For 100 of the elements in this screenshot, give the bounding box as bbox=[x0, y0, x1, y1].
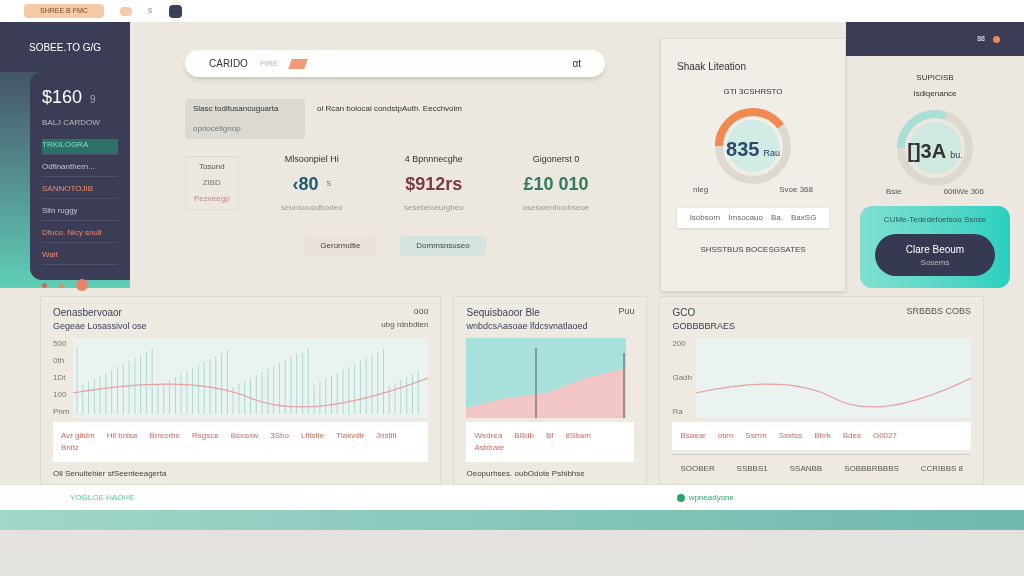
kpi-label: Mlsoonpiel Hi bbox=[284, 153, 339, 166]
search-bar[interactable]: CARIDO FIRE αt bbox=[185, 50, 605, 77]
notice-title: Slasc toditusancuguarta bbox=[193, 103, 280, 115]
notice-text: ol Rcan bolocal condstpAuth. Eecchvoim bbox=[317, 103, 462, 115]
chart-subtitle: GOBBBBRAES bbox=[672, 320, 735, 333]
chart-label: Bf bbox=[545, 429, 554, 442]
axis-label: Pnm bbox=[53, 405, 70, 418]
axis-label: Gadh bbox=[672, 371, 692, 384]
gauge-unit: bu. bbox=[950, 149, 963, 162]
stat-label: Tosund bbox=[198, 160, 225, 173]
chart-label: Lfitstie bbox=[300, 429, 325, 442]
axis-label: SSANBB bbox=[789, 462, 823, 475]
chart-legend: ubg rdnbdten bbox=[381, 318, 429, 331]
kpi-suffix: s bbox=[326, 177, 331, 191]
kpi-value: $912rs bbox=[405, 172, 463, 196]
status-text: YOGLOE HAOHE bbox=[70, 491, 135, 504]
axis-label: 0th bbox=[53, 354, 66, 367]
chart-label: 8Sbam bbox=[565, 429, 591, 442]
chart-footer: Oeopurhses. oubOdote Pshibhse bbox=[466, 468, 635, 480]
chart-label: Bdes bbox=[842, 429, 861, 442]
search-action[interactable]: αt bbox=[572, 56, 581, 71]
chart-title: Oenasbervoaor bbox=[53, 306, 123, 320]
chart-label: Bnitz bbox=[61, 441, 79, 454]
chart-label: Ssrrm bbox=[745, 429, 767, 442]
status-text: wpneadyone bbox=[688, 491, 734, 504]
kpi-note: oseswenboohseoe bbox=[522, 201, 590, 214]
brand-name: SOBEE.TO G/G bbox=[28, 40, 102, 55]
chart-label: BBdb bbox=[514, 429, 534, 442]
balance-unit: 9 bbox=[90, 93, 96, 107]
chart-legend: SRBBBS COBS bbox=[906, 305, 971, 319]
kpi-note: sesebeoeurgbeo bbox=[404, 201, 464, 214]
primary-button[interactable]: Clare Beoum Sosems bbox=[875, 234, 995, 276]
chart-label: Asbbare bbox=[474, 441, 505, 454]
chart-subtitle: wnbdcsAasoae lfdcsvnatlaoed bbox=[466, 320, 588, 333]
axis-label: SOOBER bbox=[680, 462, 715, 475]
chart-label: Ssxtss bbox=[778, 429, 803, 442]
gauge-value: []3A bbox=[907, 139, 947, 164]
gauge-unit: Rau bbox=[763, 147, 780, 160]
chart-label: Jnstitl bbox=[376, 429, 397, 442]
kpi-value: ‹80 bbox=[292, 172, 319, 196]
search-value: CARIDO bbox=[209, 57, 248, 71]
notice-subtitle: opriocellgnop bbox=[193, 123, 242, 135]
chart-label: Brrecrbe bbox=[149, 429, 180, 442]
chart-label: Avr gitdm bbox=[61, 429, 95, 442]
strip-text: BaxSG bbox=[791, 212, 817, 224]
gauge-max: Svoe 368 bbox=[779, 184, 813, 196]
strip-text: Ba. bbox=[771, 212, 783, 224]
axis-label: CCRIBBS 8 bbox=[920, 462, 963, 475]
promo-text: CUMe-Tededefoetsoo Ssnse bbox=[883, 214, 987, 226]
gauge-min: nleg bbox=[693, 184, 709, 196]
chart-title: GCO bbox=[672, 306, 697, 320]
sidebar-item[interactable]: Dfuco. Nicy snull bbox=[42, 227, 118, 243]
balance-caption: BALJ CARDOW bbox=[42, 117, 101, 129]
strip-text: Imsocauo bbox=[728, 212, 763, 224]
chart-label: Bsxsow bbox=[230, 429, 259, 442]
kpi-label: Gigonerst 0 bbox=[532, 153, 580, 166]
sidebar-item[interactable]: Wait bbox=[42, 249, 118, 265]
card-title: Shaak Liteation bbox=[677, 60, 746, 74]
flag-icon bbox=[288, 58, 308, 69]
axis-label: 100 bbox=[53, 388, 68, 401]
stat-note: Pezveegp bbox=[194, 192, 230, 205]
chart-label: Bsaear bbox=[680, 429, 706, 442]
axis-label: 500 bbox=[53, 337, 68, 350]
gauge-value: 835 bbox=[726, 137, 760, 162]
gauge-max: 60tiWe 306 bbox=[943, 186, 984, 198]
chart-legend: ooo bbox=[413, 305, 429, 319]
card-footer: SHSSTBUS BOCESGSATES bbox=[700, 244, 806, 256]
chart-title: Sequisbaoor Ble bbox=[466, 306, 541, 320]
axis-label: Ra bbox=[672, 405, 684, 418]
gauge-caption: Isdiqenance bbox=[913, 88, 957, 100]
sidebar-item[interactable]: TRKILOGRA bbox=[42, 139, 118, 155]
axis-label: SSBBS1 bbox=[736, 462, 768, 475]
chart-label: Wedrea bbox=[474, 429, 503, 442]
kpi-note: seunsouodbodeo bbox=[280, 201, 343, 214]
chart-label: Tlakvdlr bbox=[336, 429, 365, 442]
sidebar-item[interactable]: Odfinanthern... bbox=[42, 161, 118, 177]
axis-label: SOBBBRBBBS bbox=[844, 462, 899, 475]
chart-subtitle: Gegeae Losassivol ose bbox=[53, 320, 147, 333]
chart-label: Rsgsce bbox=[192, 429, 219, 442]
strip-text: Isobsorn bbox=[689, 212, 721, 224]
gauge-caption: GTI 3CSHRSTO bbox=[723, 86, 783, 98]
axis-label: 1Dt bbox=[53, 371, 67, 384]
action-button[interactable]: Gerormdtie bbox=[304, 235, 377, 256]
avatar-icon[interactable] bbox=[76, 279, 88, 291]
search-tag: FIRE bbox=[259, 57, 279, 70]
chart-footer: Oll Senultehier sfSeenteeagerta bbox=[53, 468, 429, 480]
action-button[interactable]: Dommsnsuseo bbox=[400, 235, 486, 256]
panel-label: SUPICISB bbox=[916, 72, 954, 84]
chart-label: G0027 bbox=[872, 429, 897, 442]
sidebar-item[interactable]: Siln ruggy bbox=[42, 205, 118, 221]
app-icon[interactable] bbox=[168, 4, 182, 18]
axis-label: 200 bbox=[672, 337, 687, 350]
kpi-label: 4 Bpnnnecghe bbox=[404, 153, 463, 166]
chart-label: 3Sbo bbox=[270, 429, 289, 442]
chart-legend: Puu bbox=[618, 305, 635, 319]
kpi-value: £10 010 bbox=[523, 172, 589, 196]
chart-label: Hll bnlsa bbox=[106, 429, 138, 442]
chart-label: Bbrk bbox=[814, 429, 831, 442]
sidebar-item[interactable]: SANNOTOJIB bbox=[42, 183, 118, 199]
gauge-min: Bsie bbox=[886, 186, 902, 198]
